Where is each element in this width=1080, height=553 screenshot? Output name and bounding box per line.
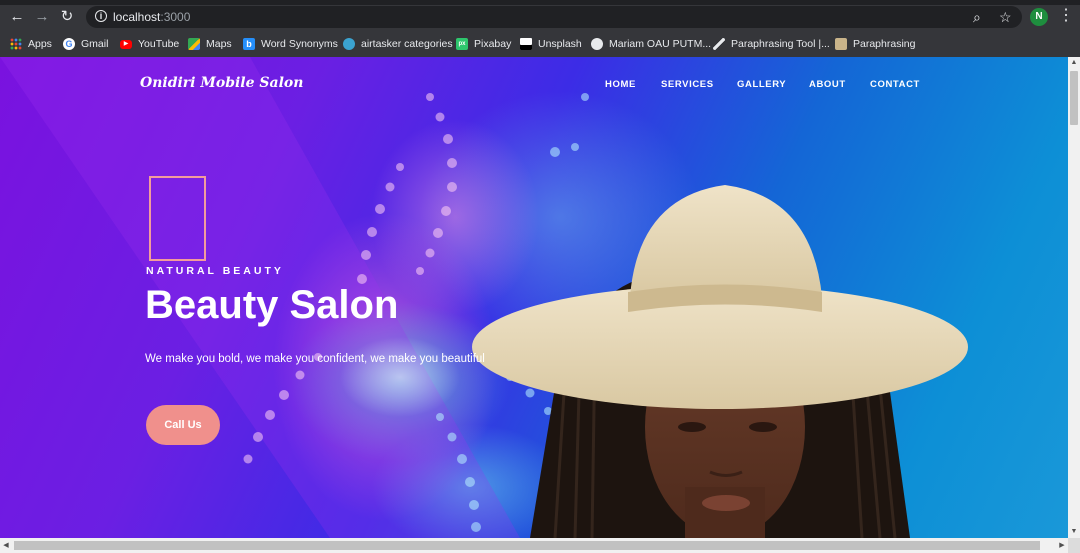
hero-tagline: We make you bold, we make you confident,… xyxy=(145,353,485,365)
bookmark-mariam-oau[interactable]: Mariam OAU PUTM... xyxy=(591,36,711,52)
info-icon[interactable]: i xyxy=(95,10,107,22)
nav-gallery[interactable]: GALLERY xyxy=(737,79,786,90)
bookmark-gmail[interactable]: G Gmail xyxy=(63,36,108,52)
quill-icon xyxy=(713,38,725,50)
call-us-button[interactable]: Call Us xyxy=(146,405,220,445)
address-bar[interactable]: i localhost:3000 ⌕ ☆ xyxy=(86,6,1022,28)
globe-icon xyxy=(591,38,603,50)
bing-icon: b xyxy=(243,38,255,50)
nav-contact[interactable]: CONTACT xyxy=(870,79,920,90)
scroll-right-icon[interactable]: ▶ xyxy=(1056,539,1068,552)
scrollbar-corner xyxy=(1068,538,1080,553)
zoom-icon[interactable]: ⌕ xyxy=(973,9,981,25)
browser-toolbar: ← → ↻ i localhost:3000 ⌕ ☆ N ⋮ xyxy=(0,0,1080,31)
nav-home[interactable]: HOME xyxy=(605,79,636,90)
nav-about[interactable]: ABOUT xyxy=(809,79,846,90)
profile-avatar[interactable]: N xyxy=(1030,8,1048,26)
menu-kebab-icon[interactable]: ⋮ xyxy=(1058,7,1074,25)
unsplash-icon xyxy=(520,38,532,50)
model-portrait-image xyxy=(472,185,968,538)
scroll-up-icon[interactable]: ▲ xyxy=(1068,57,1080,69)
scroll-down-icon[interactable]: ▼ xyxy=(1068,526,1080,538)
bookmark-word-synonyms[interactable]: b Word Synonyms xyxy=(243,36,338,52)
youtube-icon: ▶ xyxy=(120,39,132,49)
hero-section: Onidiri Mobile Salon HOME SERVICES GALLE… xyxy=(0,57,1068,538)
forward-arrow-icon[interactable]: → xyxy=(34,9,50,25)
bookmark-paraphrasing[interactable]: Paraphrasing xyxy=(835,36,915,52)
maps-icon xyxy=(188,38,200,50)
bookmark-pixabay[interactable]: px Pixabay xyxy=(456,36,511,52)
nav-services[interactable]: SERVICES xyxy=(661,79,714,90)
bookmark-apps[interactable]: Apps xyxy=(10,36,52,52)
bookmark-star-icon[interactable]: ☆ xyxy=(999,9,1012,25)
hero-headline: Beauty Salon xyxy=(145,283,399,327)
vertical-scroll-thumb[interactable] xyxy=(1070,71,1078,125)
apps-grid-icon xyxy=(10,38,22,50)
decorative-frame xyxy=(149,176,206,261)
url-text[interactable]: localhost:3000 xyxy=(113,10,190,24)
bookmark-maps[interactable]: Maps xyxy=(188,36,232,52)
scroll-left-icon[interactable]: ◀ xyxy=(0,539,12,552)
horizontal-scroll-thumb[interactable] xyxy=(14,541,1040,550)
image-icon xyxy=(835,38,847,50)
bookmark-airtasker[interactable]: airtasker categories xyxy=(343,36,453,52)
vertical-scrollbar[interactable]: ▲ ▼ xyxy=(1068,57,1080,538)
horizontal-scrollbar[interactable]: ◀ ▶ xyxy=(0,538,1068,553)
reload-icon[interactable]: ↻ xyxy=(59,9,75,25)
brand-logo[interactable]: Onidiri Mobile Salon xyxy=(140,75,303,91)
back-arrow-icon[interactable]: ← xyxy=(9,9,25,25)
pixabay-icon: px xyxy=(456,38,468,50)
edge-icon xyxy=(343,38,355,50)
bookmark-paraphrasing-tool[interactable]: Paraphrasing Tool |... xyxy=(713,36,830,52)
bookmark-youtube[interactable]: ▶ YouTube xyxy=(120,36,179,52)
bookmark-unsplash[interactable]: Unsplash xyxy=(520,36,582,52)
hero-eyebrow: NATURAL BEAUTY xyxy=(146,265,284,277)
bookmarks-bar: Apps G Gmail ▶ YouTube Maps b Word Synonyms… xyxy=(0,31,1080,58)
google-icon: G xyxy=(63,38,75,50)
